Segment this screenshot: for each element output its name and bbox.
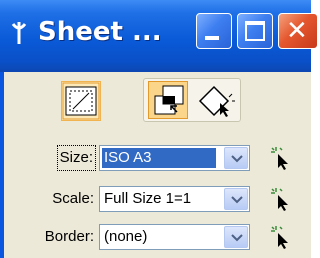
size-pick-button[interactable] — [270, 145, 292, 171]
scale-dropdown-button[interactable] — [224, 188, 248, 210]
border-dropdown[interactable]: (none) — [99, 224, 250, 250]
sheet-size-icon — [154, 85, 184, 115]
scale-pick-button[interactable] — [270, 186, 292, 212]
border-value: (none) — [104, 228, 148, 245]
sheet-tools-group — [143, 78, 241, 122]
close-icon: ✕ — [286, 16, 308, 46]
cursor-pick-icon — [271, 147, 288, 170]
sheet-window: Sheet ... ✕ Size: ISO A3 Scale: Full Siz… — [0, 0, 318, 258]
pick-sheet-icon[interactable] — [196, 83, 236, 119]
scale-value: Full Size 1=1 — [104, 190, 192, 207]
cursor-pick-icon — [271, 188, 288, 211]
scale-row: Scale: Full Size 1=1 — [0, 186, 311, 212]
chevron-down-icon — [231, 196, 243, 204]
app-icon — [11, 22, 27, 44]
minimize-icon — [205, 36, 219, 40]
scale-dropdown[interactable]: Full Size 1=1 — [99, 186, 250, 212]
border-dropdown-button[interactable] — [224, 226, 248, 248]
sheet-border-button[interactable] — [61, 81, 101, 121]
border-pick-button[interactable] — [270, 224, 292, 250]
scale-label: Scale: — [52, 190, 94, 207]
sheet-size-button[interactable] — [148, 81, 188, 119]
title-bar[interactable]: Sheet ... ✕ — [0, 0, 318, 72]
border-label: Border: — [44, 228, 94, 245]
maximize-button[interactable] — [237, 13, 273, 49]
size-value: ISO A3 — [102, 148, 216, 168]
chevron-down-icon — [231, 234, 243, 242]
chevron-down-icon — [231, 155, 243, 163]
border-row: Border: (none) — [0, 224, 311, 250]
minimize-button[interactable] — [196, 13, 232, 49]
size-dropdown[interactable]: ISO A3 — [99, 145, 250, 171]
window-title: Sheet ... — [38, 17, 162, 47]
size-row: Size: ISO A3 — [0, 145, 311, 171]
cursor-pick-icon — [271, 226, 288, 249]
maximize-icon — [245, 21, 265, 41]
size-dropdown-button[interactable] — [224, 147, 248, 169]
close-button[interactable]: ✕ — [278, 13, 318, 49]
size-label: Size: — [56, 145, 97, 171]
sheet-border-icon — [62, 82, 100, 120]
